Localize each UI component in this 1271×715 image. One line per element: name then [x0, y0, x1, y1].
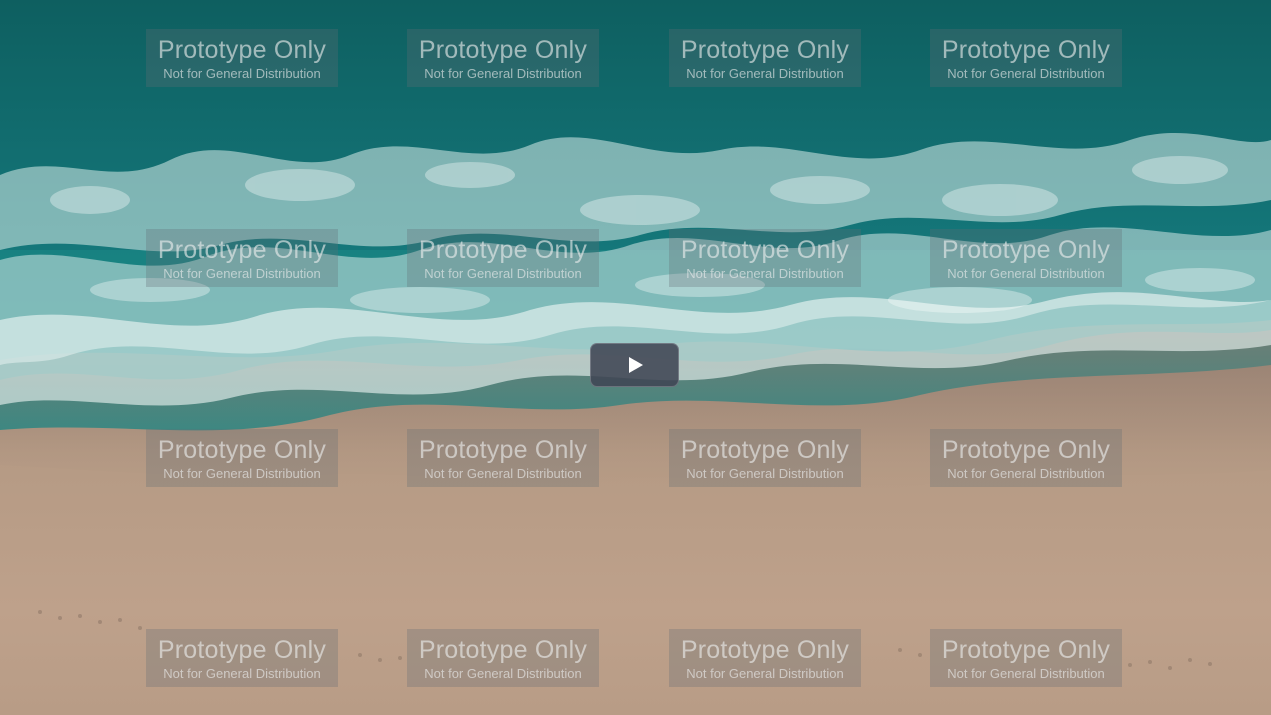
- play-icon: [629, 357, 643, 373]
- play-button[interactable]: [590, 343, 679, 387]
- video-player[interactable]: Prototype Only Not for General Distribut…: [0, 0, 1271, 715]
